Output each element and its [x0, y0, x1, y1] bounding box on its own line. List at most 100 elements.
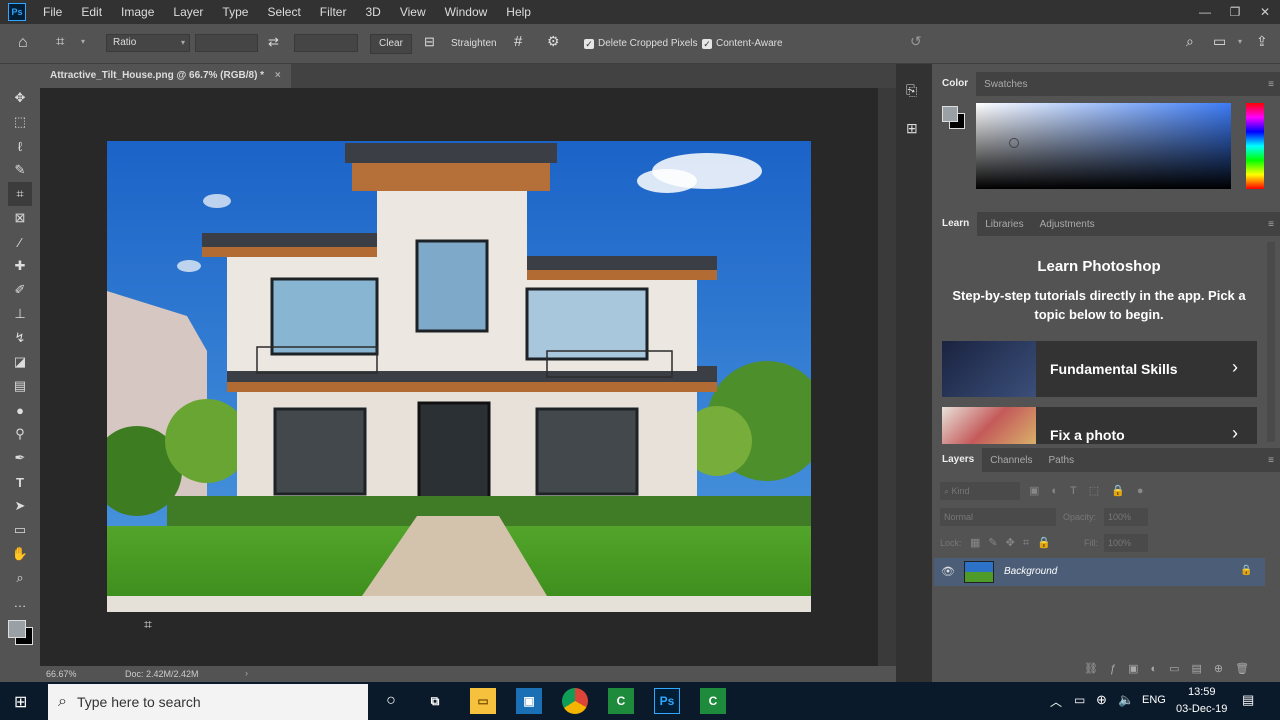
gear-icon[interactable]: ⚙ — [547, 33, 560, 50]
path-selection-tool-icon[interactable]: ➤ — [8, 494, 32, 518]
frame-tool-icon[interactable]: ⊠ — [8, 206, 32, 230]
move-tool-icon[interactable]: ✥ — [8, 86, 32, 110]
history-panel-icon[interactable]: ⎘ — [906, 82, 917, 99]
menu-edit[interactable]: Edit — [72, 5, 112, 19]
learn-scrollbar[interactable] — [1267, 242, 1275, 442]
tab-learn[interactable]: Learn — [934, 212, 978, 236]
foreground-color-swatch[interactable] — [8, 620, 26, 638]
battery-icon[interactable]: ▭ — [1074, 693, 1085, 707]
straighten-label[interactable]: Straighten — [451, 38, 497, 49]
rectangle-tool-icon[interactable]: ▭ — [8, 518, 32, 542]
search-icon[interactable]: ⌕ — [1186, 33, 1194, 50]
task-view-icon[interactable]: ⧉ — [422, 688, 448, 714]
layers-footer-icons[interactable]: ⛓ƒ▣◐▭▤⊕🗑 — [1084, 662, 1261, 675]
eyedropper-tool-icon[interactable]: ⁄ — [8, 230, 32, 254]
clone-stamp-tool-icon[interactable]: ⊥ — [8, 302, 32, 326]
hand-tool-icon[interactable]: ✋ — [8, 542, 32, 566]
tab-libraries[interactable]: Libraries — [977, 219, 1031, 230]
color-picker-handle[interactable] — [1009, 138, 1019, 148]
camtasia-recorder-icon[interactable]: C — [700, 688, 726, 714]
language-indicator[interactable]: ENG — [1142, 694, 1166, 706]
chevron-down-icon[interactable]: ▾ — [1238, 37, 1242, 46]
swap-icon[interactable]: ⇄ — [268, 34, 279, 50]
windows-start-icon[interactable]: ⊞ — [14, 692, 27, 712]
chevron-right-icon[interactable]: › — [245, 668, 248, 678]
ratio-select[interactable]: Ratio ▾ — [106, 34, 190, 52]
delete-cropped-checkbox[interactable]: ✓ Delete Cropped Pixels — [584, 38, 698, 49]
type-tool-icon[interactable]: T — [8, 470, 32, 494]
volume-icon[interactable]: 🔈 — [1118, 692, 1134, 708]
lasso-tool-icon[interactable]: ℓ — [8, 134, 32, 158]
pen-tool-icon[interactable]: ✒ — [8, 446, 32, 470]
tab-channels[interactable]: Channels — [982, 455, 1040, 466]
menu-3d[interactable]: 3D — [356, 5, 390, 19]
dodge-tool-icon[interactable]: ⚲ — [8, 422, 32, 446]
clock-date[interactable]: 03-Dec-19 — [1176, 703, 1227, 715]
home-icon[interactable]: ⌂ — [18, 34, 28, 52]
layer-row-background[interactable]: 👁 Background 🔒 — [934, 558, 1265, 586]
tab-swatches[interactable]: Swatches — [976, 79, 1035, 90]
workspace-icon[interactable]: ▭ — [1213, 33, 1226, 50]
lock-icon[interactable]: 🔒 — [1240, 565, 1252, 576]
color-field[interactable] — [976, 103, 1231, 189]
level-icon[interactable]: ⊟ — [424, 34, 435, 50]
foreground-color-swatch[interactable] — [942, 106, 958, 122]
height-input[interactable] — [294, 34, 358, 52]
close-icon[interactable]: ✕ — [1250, 0, 1280, 24]
document-image[interactable] — [107, 141, 811, 612]
healing-brush-tool-icon[interactable]: ✚ — [8, 254, 32, 278]
overlay-grid-icon[interactable]: # — [514, 33, 522, 50]
photoshop-taskbar-icon[interactable]: Ps — [654, 688, 680, 714]
properties-panel-icon[interactable]: ⊞ — [906, 120, 918, 137]
lock-icons[interactable]: ▦✎✥⌗🔒 — [970, 536, 1059, 550]
panel-menu-icon[interactable]: ≡ — [1268, 79, 1274, 90]
document-tab[interactable]: Attractive_Tilt_House.png @ 66.7% (RGB/8… — [40, 64, 291, 88]
camtasia-icon[interactable]: C — [608, 688, 634, 714]
app-icon[interactable]: ▣ — [516, 688, 542, 714]
network-icon[interactable]: ⊕ — [1096, 692, 1107, 708]
marquee-tool-icon[interactable]: ⬚ — [8, 110, 32, 134]
menu-help[interactable]: Help — [497, 5, 541, 19]
cortana-icon[interactable]: ○ — [378, 688, 404, 714]
menu-view[interactable]: View — [391, 5, 436, 19]
zoom-level[interactable]: 66.67% — [46, 669, 77, 679]
fundamental-skills-card[interactable]: Fundamental Skills › — [942, 341, 1257, 397]
menu-type[interactable]: Type — [213, 5, 258, 19]
hue-slider[interactable] — [1246, 103, 1264, 189]
zoom-tool-icon[interactable]: ⌕ — [8, 566, 32, 590]
gradient-tool-icon[interactable]: ▤ — [8, 374, 32, 398]
menu-image[interactable]: Image — [112, 5, 164, 19]
opacity-input[interactable]: 100% — [1104, 508, 1148, 526]
history-brush-tool-icon[interactable]: ↯ — [8, 326, 32, 350]
crop-tool-preset-icon[interactable]: ⌗ — [56, 33, 64, 50]
menu-filter[interactable]: Filter — [311, 5, 357, 19]
menu-select[interactable]: Select — [258, 5, 310, 19]
quick-select-tool-icon[interactable]: ✎ — [8, 158, 32, 182]
content-aware-checkbox[interactable]: ✓ Content-Aware — [702, 38, 783, 49]
panel-menu-icon[interactable]: ≡ — [1268, 219, 1274, 230]
clear-button[interactable]: Clear — [370, 34, 412, 54]
more-tools-icon[interactable]: … — [8, 590, 32, 614]
chevron-up-icon[interactable]: ︿ — [1050, 693, 1062, 710]
tab-paths[interactable]: Paths — [1041, 455, 1083, 466]
fix-photo-card[interactable]: Fix a photo › — [942, 407, 1257, 444]
tab-color[interactable]: Color — [934, 72, 977, 96]
filter-icons[interactable]: ▣◐T⬚🔒● — [1029, 484, 1156, 497]
tab-adjustments[interactable]: Adjustments — [1032, 219, 1103, 230]
eye-visibility-icon[interactable]: 👁 — [941, 565, 955, 578]
file-explorer-icon[interactable]: ▭ — [470, 688, 496, 714]
brush-tool-icon[interactable]: ✐ — [8, 278, 32, 302]
clock-time[interactable]: 13:59 — [1188, 686, 1216, 698]
fill-input[interactable]: 100% — [1104, 534, 1148, 552]
menu-layer[interactable]: Layer — [164, 5, 213, 19]
panel-menu-icon[interactable]: ≡ — [1268, 455, 1274, 466]
vertical-scrollbar[interactable] — [878, 88, 896, 666]
menu-file[interactable]: File — [34, 5, 72, 19]
eraser-tool-icon[interactable]: ◪ — [8, 350, 32, 374]
menu-window[interactable]: Window — [436, 5, 498, 19]
width-input[interactable] — [195, 34, 258, 52]
canvas-area[interactable]: ⌗ — [40, 88, 878, 666]
notifications-icon[interactable]: ▤ — [1242, 692, 1254, 708]
reset-icon[interactable]: ↺ — [910, 33, 922, 50]
blur-tool-icon[interactable]: ● — [8, 398, 32, 422]
